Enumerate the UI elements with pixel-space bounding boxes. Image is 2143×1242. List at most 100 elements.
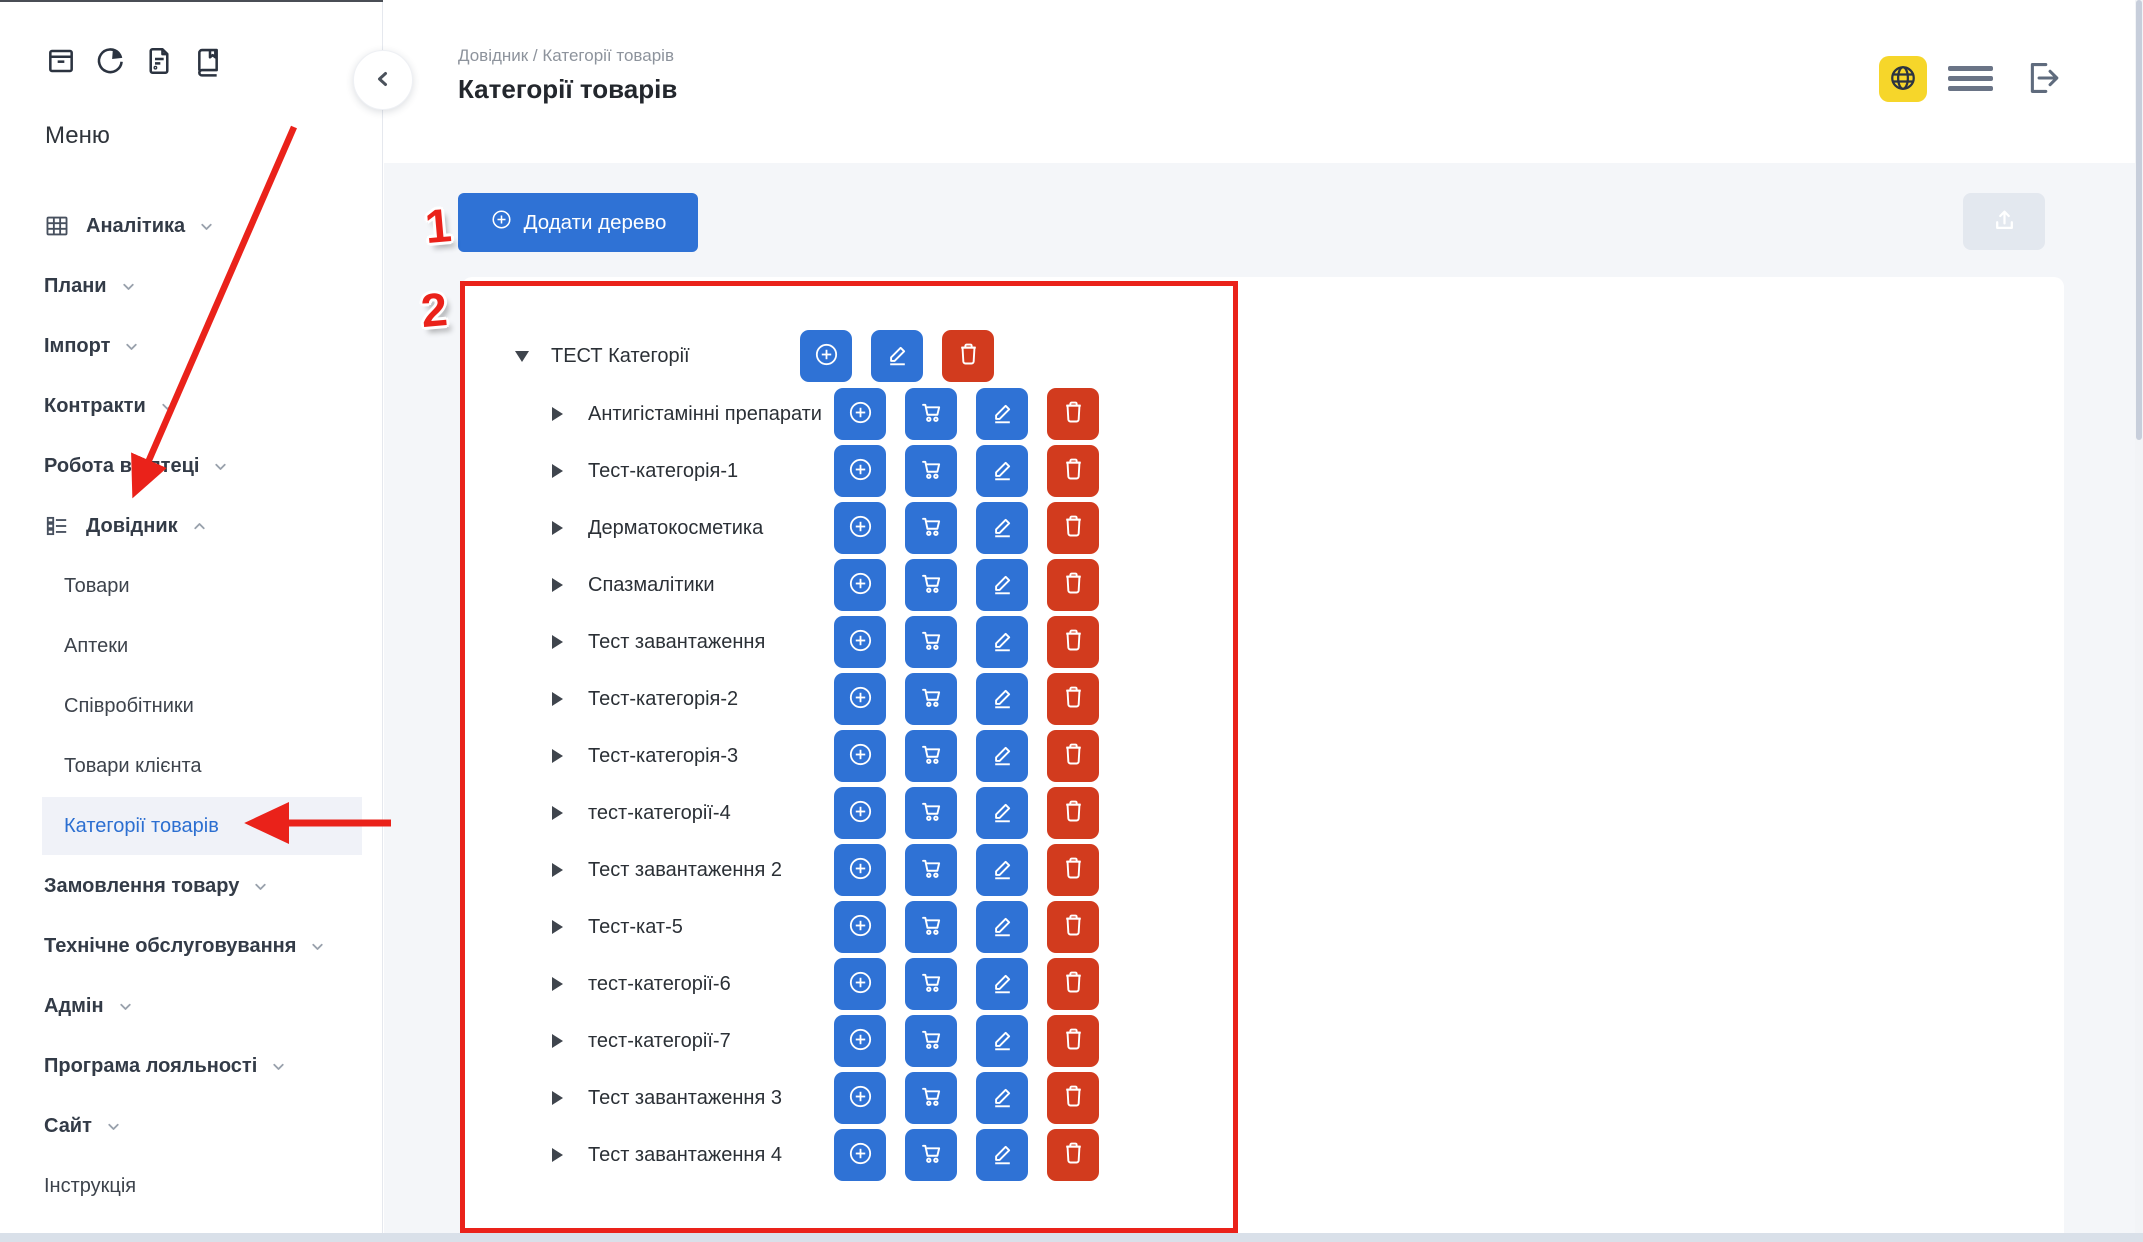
cart-button[interactable] xyxy=(905,388,957,440)
delete-button[interactable] xyxy=(1047,445,1099,497)
edit-button[interactable] xyxy=(976,730,1028,782)
sidebar-item-client-products[interactable]: Товари клієнта xyxy=(0,736,383,796)
sidebar-item-import[interactable]: Імпорт xyxy=(0,316,383,376)
horizontal-scrollbar[interactable] xyxy=(0,1233,2143,1242)
cart-button[interactable] xyxy=(905,901,957,953)
cart-button[interactable] xyxy=(905,445,957,497)
sidebar-item-product-categories[interactable]: Категорії товарів xyxy=(0,796,383,856)
logout-button[interactable] xyxy=(2018,55,2064,101)
hamburger-menu-button[interactable] xyxy=(1948,66,1993,91)
cart-button[interactable] xyxy=(905,502,957,554)
edit-button[interactable] xyxy=(976,1129,1028,1181)
upload-button[interactable] xyxy=(1963,193,2045,250)
edit-button[interactable] xyxy=(976,388,1028,440)
cart-button[interactable] xyxy=(905,844,957,896)
expand-caret[interactable] xyxy=(552,1034,588,1048)
edit-button[interactable] xyxy=(976,958,1028,1010)
sidebar-item-plans[interactable]: Плани xyxy=(0,256,383,316)
edit-button[interactable] xyxy=(976,559,1028,611)
add-button[interactable] xyxy=(834,787,886,839)
sidebar-item-product-orders[interactable]: Замовлення товару xyxy=(0,856,383,916)
delete-button[interactable] xyxy=(1047,901,1099,953)
delete-button[interactable] xyxy=(1047,502,1099,554)
expand-caret[interactable] xyxy=(552,407,588,421)
delete-button[interactable] xyxy=(1047,616,1099,668)
delete-button[interactable] xyxy=(1047,1072,1099,1124)
add-button[interactable] xyxy=(834,958,886,1010)
edit-button[interactable] xyxy=(976,502,1028,554)
expand-caret[interactable] xyxy=(552,977,588,991)
edit-button[interactable] xyxy=(976,1015,1028,1067)
edit-button[interactable] xyxy=(976,901,1028,953)
sidebar-item-contracts[interactable]: Контракти xyxy=(0,376,383,436)
delete-button[interactable] xyxy=(1047,730,1099,782)
edit-button[interactable] xyxy=(976,1072,1028,1124)
cart-button[interactable] xyxy=(905,1129,957,1181)
expand-caret[interactable] xyxy=(552,806,588,820)
edit-button[interactable] xyxy=(976,844,1028,896)
cart-button[interactable] xyxy=(905,1015,957,1067)
edit-button[interactable] xyxy=(871,330,923,382)
edit-button[interactable] xyxy=(976,445,1028,497)
sidebar-item-instruction[interactable]: Інструкція xyxy=(0,1156,383,1216)
sidebar-item-loyalty-program[interactable]: Програма лояльності xyxy=(0,1036,383,1096)
expand-caret[interactable] xyxy=(552,1091,588,1105)
expand-caret[interactable] xyxy=(552,578,588,592)
book-icon[interactable] xyxy=(192,45,224,77)
sidebar-item-employees[interactable]: Співробітники xyxy=(0,676,383,736)
sidebar-item-products[interactable]: Товари xyxy=(0,556,383,616)
expand-caret[interactable] xyxy=(515,351,551,362)
add-button[interactable] xyxy=(834,445,886,497)
sidebar-collapse-button[interactable] xyxy=(353,50,413,110)
expand-caret[interactable] xyxy=(552,863,588,877)
add-tree-button[interactable]: Додати дерево xyxy=(458,193,698,252)
add-button[interactable] xyxy=(834,1015,886,1067)
expand-caret[interactable] xyxy=(552,1148,588,1162)
sidebar-item-directory[interactable]: Довідник xyxy=(0,496,383,556)
pie-icon[interactable] xyxy=(94,45,126,77)
cart-button[interactable] xyxy=(905,1072,957,1124)
sidebar-item-admin[interactable]: Адмін xyxy=(0,976,383,1036)
vertical-scrollbar[interactable] xyxy=(2135,0,2143,1242)
add-button[interactable] xyxy=(834,844,886,896)
delete-button[interactable] xyxy=(1047,388,1099,440)
cart-button[interactable] xyxy=(905,958,957,1010)
cart-button[interactable] xyxy=(905,673,957,725)
delete-button[interactable] xyxy=(1047,559,1099,611)
edit-button[interactable] xyxy=(976,673,1028,725)
expand-caret[interactable] xyxy=(552,521,588,535)
delete-button[interactable] xyxy=(1047,958,1099,1010)
add-button[interactable] xyxy=(834,559,886,611)
delete-button[interactable] xyxy=(1047,844,1099,896)
cart-button[interactable] xyxy=(905,730,957,782)
expand-caret[interactable] xyxy=(552,692,588,706)
sidebar-item-pharmacies[interactable]: Аптеки xyxy=(0,616,383,676)
add-button[interactable] xyxy=(834,502,886,554)
doc-icon[interactable] xyxy=(143,45,175,77)
delete-button[interactable] xyxy=(1047,673,1099,725)
expand-caret[interactable] xyxy=(552,464,588,478)
add-button[interactable] xyxy=(834,901,886,953)
add-button[interactable] xyxy=(834,1129,886,1181)
add-button[interactable] xyxy=(834,388,886,440)
delete-button[interactable] xyxy=(1047,1129,1099,1181)
expand-caret[interactable] xyxy=(552,635,588,649)
expand-caret[interactable] xyxy=(552,920,588,934)
vertical-scrollbar-thumb[interactable] xyxy=(2136,0,2142,440)
language-button[interactable] xyxy=(1879,56,1927,102)
add-button[interactable] xyxy=(834,730,886,782)
delete-button[interactable] xyxy=(1047,787,1099,839)
delete-button[interactable] xyxy=(1047,1015,1099,1067)
sidebar-item-site[interactable]: Сайт xyxy=(0,1096,383,1156)
sidebar-item-pharmacy-work[interactable]: Робота в аптеці xyxy=(0,436,383,496)
cart-button[interactable] xyxy=(905,559,957,611)
cart-button[interactable] xyxy=(905,787,957,839)
cart-button[interactable] xyxy=(905,616,957,668)
add-button[interactable] xyxy=(834,1072,886,1124)
add-button[interactable] xyxy=(834,616,886,668)
sidebar-item-analytics[interactable]: Аналітика xyxy=(0,196,383,256)
cashbox-icon[interactable] xyxy=(45,45,77,77)
edit-button[interactable] xyxy=(976,787,1028,839)
sidebar-item-maintenance[interactable]: Технічне обслуговування xyxy=(0,916,383,976)
delete-button[interactable] xyxy=(942,330,994,382)
